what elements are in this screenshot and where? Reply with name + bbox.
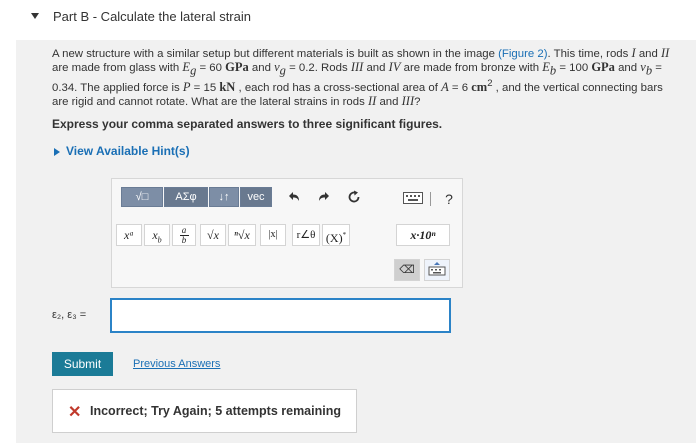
delete-button[interactable]: ⌫: [394, 259, 420, 281]
redo-icon[interactable]: [312, 187, 336, 211]
submit-button[interactable]: Submit: [52, 352, 113, 376]
previous-answers-link[interactable]: Previous Answers: [133, 358, 220, 370]
collapse-caret-icon[interactable]: [31, 13, 39, 19]
instruction-text: Express your comma separated answers to …: [52, 117, 443, 131]
feedback-message: Incorrect; Try Again; 5 attempts remaini…: [90, 404, 341, 418]
hint-caret-icon[interactable]: [54, 148, 60, 156]
view-hints-link[interactable]: View Available Hint(s): [66, 144, 190, 158]
templates-button[interactable]: √□: [121, 187, 163, 207]
subscript-button[interactable]: xb: [144, 224, 170, 246]
fraction-button[interactable]: a b: [172, 224, 196, 246]
answer-label: ε₂, ε₃ =: [52, 309, 87, 321]
reset-icon[interactable]: [342, 187, 366, 211]
figure-link[interactable]: (Figure 2): [498, 48, 547, 60]
nth-root-button[interactable]: ⁿ√x: [228, 224, 256, 246]
conjugate-button[interactable]: (X)*: [322, 224, 350, 246]
help-button[interactable]: ?: [437, 187, 461, 211]
undo-icon[interactable]: [282, 187, 306, 211]
power-button[interactable]: xᵃ: [116, 224, 142, 246]
absolute-value-button[interactable]: |x|: [260, 224, 286, 246]
vector-button[interactable]: vec: [240, 187, 272, 207]
toolbar-divider: [430, 192, 431, 206]
part-title: Part B - Calculate the lateral strain: [53, 9, 251, 24]
keyboard-icon[interactable]: [400, 187, 426, 211]
feedback-box: ✕ Incorrect; Try Again; 5 attempts remai…: [52, 389, 357, 433]
scientific-notation-button[interactable]: x·10ⁿ: [396, 224, 450, 246]
polar-angle-button[interactable]: r∠θ: [292, 224, 320, 246]
math-toolbox: √□ ΑΣφ ↓↑ vec ? xᵃ xb a b √x ⁿ√x |x| r∠θ…: [111, 178, 463, 288]
greek-symbols-button[interactable]: ΑΣφ: [164, 187, 208, 207]
problem-text: A new structure with a similar setup but…: [52, 46, 670, 109]
part-header[interactable]: Part B - Calculate the lateral strain: [0, 0, 696, 40]
keyboard-toggle-icon[interactable]: [424, 259, 450, 281]
sqrt-button[interactable]: √x: [200, 224, 226, 246]
arrows-button[interactable]: ↓↑: [209, 187, 239, 207]
answer-input[interactable]: [110, 298, 451, 333]
incorrect-icon: ✕: [68, 404, 82, 421]
